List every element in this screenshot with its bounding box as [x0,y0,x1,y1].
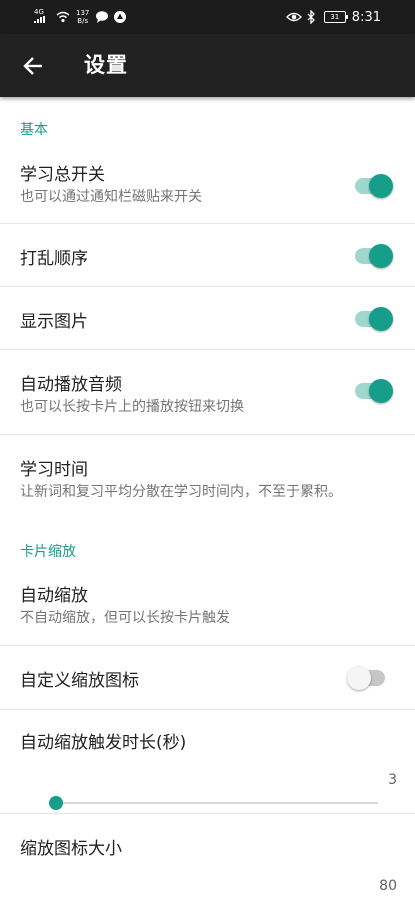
setting-title: 显示图片 [20,312,88,332]
slider-track [56,802,378,804]
message-icon [96,11,109,23]
eye-comfort-icon [285,12,302,22]
switch-thumb [347,666,371,690]
battery-level: 31 [330,13,340,21]
setting-custom-zoom-icon[interactable]: 自定义缩放图标 [0,646,415,710]
switch-thumb [369,307,393,331]
setting-auto-zoom-duration[interactable]: 自动缩放触发时长(秒) 3 [0,710,415,814]
section-header-basic: 基本 [20,122,48,138]
network-speed: 137 B/s [76,9,89,25]
setting-zoom-icon-size[interactable]: 缩放图标大小 80 [0,814,415,900]
custom-zoom-icon-toggle[interactable] [347,666,385,690]
setting-title: 自定义缩放图标 [20,671,139,691]
auto-zoom-duration-value: 3 [388,772,397,788]
show-images-toggle[interactable] [355,307,393,331]
arrow-back-icon [23,57,42,75]
signal-bars-icon [34,16,45,23]
autoplay-audio-toggle[interactable] [355,379,393,403]
signal-label: 4G [34,8,44,16]
section-header-card-zoom: 卡片缩放 [20,544,76,560]
settings-list: 基本 学习总开关 也可以通过通知栏磁贴来开关 打乱顺序 显示图片 自动播放音频 … [0,97,415,900]
status-time: 8:31 [351,9,381,25]
network-speed-value: 137 [76,9,90,17]
shuffle-toggle[interactable] [355,244,393,268]
battery-icon: 31 [323,11,348,23]
setting-title: 自动缩放触发时长(秒) [20,733,187,753]
setting-title: 学习时间 [20,460,88,480]
page-title: 设置 [84,53,128,77]
back-button[interactable] [18,51,48,81]
status-right: 31 8:31 [285,0,381,34]
zoom-icon-size-value: 80 [379,878,397,894]
setting-title: 自动播放音频 [20,375,122,395]
setting-title: 打乱顺序 [20,249,88,269]
auto-zoom-duration-slider[interactable] [49,793,378,813]
bluetooth-icon [307,10,315,24]
status-bar: 4G 137 B/s 31 8:31 [0,0,415,34]
app-bar: 设置 [0,34,415,97]
switch-thumb [369,174,393,198]
setting-summary: 让新词和复习平均分散在学习时间内，不至于累积。 [20,484,342,500]
switch-thumb [369,379,393,403]
setting-study-switch[interactable]: 学习总开关 也可以通过通知栏磁贴来开关 [0,148,415,224]
wifi-icon [56,11,70,23]
setting-summary: 也可以通过通知栏磁贴来开关 [20,189,202,205]
setting-auto-zoom[interactable]: 自动缩放 不自动缩放，但可以长按卡片触发 [0,567,415,646]
setting-summary: 不自动缩放，但可以长按卡片触发 [20,610,230,626]
setting-title: 学习总开关 [20,165,105,185]
signal-icon: 4G [34,9,50,25]
network-speed-unit: B/s [77,17,89,25]
status-left: 4G 137 B/s [34,0,131,34]
setting-show-images[interactable]: 显示图片 [0,287,415,350]
slider-thumb[interactable] [49,796,63,810]
setting-title: 缩放图标大小 [20,839,122,859]
app-notification-icon [114,11,127,23]
setting-summary: 也可以长按卡片上的播放按钮来切换 [20,399,244,415]
setting-autoplay-audio[interactable]: 自动播放音频 也可以长按卡片上的播放按钮来切换 [0,350,415,435]
switch-thumb [369,244,393,268]
setting-study-time[interactable]: 学习时间 让新词和复习平均分散在学习时间内，不至于累积。 [0,435,415,515]
setting-title: 自动缩放 [20,586,88,606]
study-switch-toggle[interactable] [355,174,393,198]
setting-shuffle[interactable]: 打乱顺序 [0,224,415,287]
